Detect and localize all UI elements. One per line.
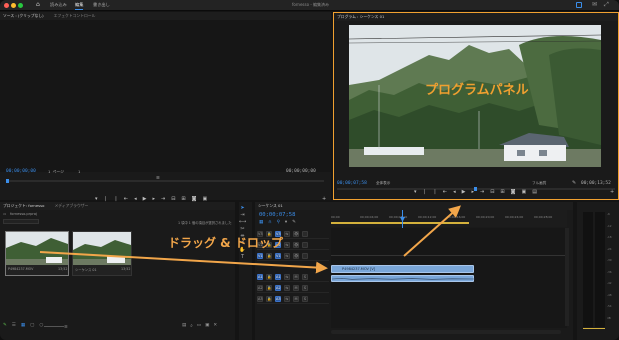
premiere-window: ⌂ 読み込み 編集 書き出し fornesso - 編集済み ✉ ⤢ ソース :…	[0, 0, 619, 340]
drag-arrow	[39, 251, 328, 274]
annotation-overlay	[39, 205, 461, 274]
program-arrow	[403, 205, 461, 257]
drag-drop-label: ドラッグ & ドロップ	[168, 236, 283, 250]
